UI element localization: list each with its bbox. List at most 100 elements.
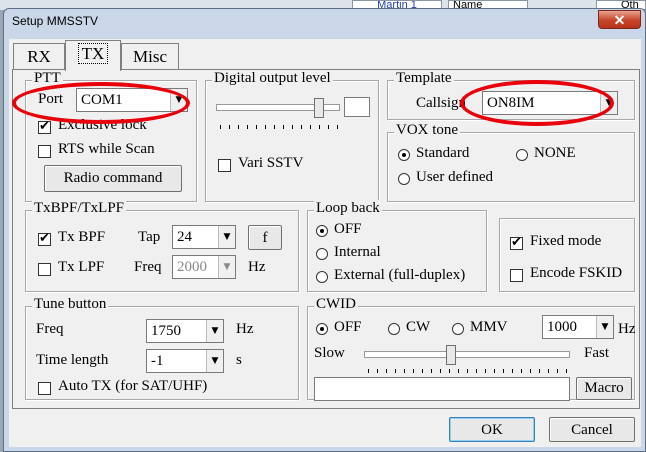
vox-tone-legend: VOX tone: [394, 122, 461, 139]
cwid-text-input[interactable]: [314, 377, 570, 401]
loop-back-group: Loop back OFF Internal External (full-du…: [307, 200, 487, 292]
cwid-speed-slider-thumb[interactable]: [445, 345, 456, 365]
cwid-speed-combo[interactable]: 1000 ▼: [542, 315, 614, 339]
tx-lpf-checkbox[interactable]: [38, 263, 51, 276]
tune-freq-combo[interactable]: 1750 ▼: [146, 319, 224, 343]
vox-standard-radio[interactable]: [398, 149, 410, 161]
chevron-down-icon[interactable]: ▼: [218, 256, 235, 278]
tab-rx-label: RX: [27, 47, 51, 66]
digital-output-slider-thumb[interactable]: [313, 98, 324, 118]
callsign-label: Callsign: [416, 95, 467, 111]
tx-bpf-checkbox[interactable]: ✔: [38, 232, 51, 246]
rts-while-scan-label: RTS while Scan: [58, 141, 155, 157]
chevron-down-icon[interactable]: ▼: [170, 89, 187, 111]
macro-button[interactable]: Macro: [576, 377, 632, 400]
fixed-mode-checkbox[interactable]: ✔: [510, 236, 523, 250]
tune-button-legend: Tune button: [32, 296, 109, 313]
vox-tone-group: VOX tone Standard NONE User defined: [387, 122, 635, 202]
cwid-cw-label: CW: [406, 319, 431, 335]
mode-group: ✔ Fixed mode Encode FSKID: [499, 218, 635, 292]
chevron-down-icon[interactable]: ▼: [596, 316, 613, 338]
vari-sstv-checkbox[interactable]: [218, 159, 231, 172]
chevron-down-icon[interactable]: ▼: [600, 92, 617, 114]
callsign-value: ON8IM: [487, 95, 535, 111]
window-title: Setup MMSSTV: [12, 14, 99, 28]
rts-while-scan-checkbox[interactable]: [38, 145, 51, 158]
loop-back-off-label: OFF: [334, 221, 362, 237]
port-combo[interactable]: COM1 ▼: [76, 88, 188, 112]
digital-output-value-box[interactable]: [344, 97, 370, 117]
close-icon: ✕: [613, 12, 626, 28]
vox-user-defined-radio[interactable]: [398, 173, 410, 185]
tab-tx[interactable]: TX: [65, 40, 121, 71]
callsign-combo[interactable]: ON8IM ▼: [482, 91, 618, 115]
vox-standard-label: Standard: [416, 145, 470, 161]
port-value: COM1: [81, 92, 123, 108]
txbpf-group: TxBPF/TxLPF ✔ Tx BPF Tap 24 ▼ f Tx LPF F…: [25, 200, 299, 292]
tx-bpf-label: Tx BPF: [58, 229, 106, 245]
titlebar[interactable]: Setup MMSSTV ✕: [4, 9, 645, 33]
tap-combo[interactable]: 24 ▼: [172, 225, 236, 249]
txbpf-legend: TxBPF/TxLPF: [32, 200, 127, 217]
tx-lpf-label: Tx LPF: [58, 259, 105, 275]
cwid-mmv-radio[interactable]: [452, 323, 464, 335]
time-length-value: -1: [151, 353, 164, 369]
vox-none-radio[interactable]: [516, 149, 528, 161]
chevron-down-icon[interactable]: ▼: [206, 320, 223, 342]
loop-back-external-label: External (full-duplex): [334, 267, 466, 283]
cwid-fast-label: Fast: [584, 345, 610, 361]
tab-rx[interactable]: RX: [13, 43, 65, 70]
digital-output-ticks: [220, 125, 342, 129]
cwid-group: CWID OFF CW MMV 1000 ▼ Hz Slow Fast Macr…: [307, 296, 636, 401]
time-length-unit: s: [236, 352, 242, 368]
vari-sstv-label: Vari SSTV: [238, 155, 304, 171]
loop-back-external-radio[interactable]: [316, 271, 328, 283]
ok-button[interactable]: OK: [449, 417, 535, 442]
exclusive-lock-label: Exclusive lock: [58, 117, 147, 133]
setup-window: Setup MMSSTV ✕ RX TX Misc PTT Port COM1 …: [3, 8, 646, 452]
tap-value: 24: [177, 229, 192, 245]
loop-back-internal-label: Internal: [334, 244, 381, 260]
digital-output-group: Digital output level Vari SSTV: [205, 70, 379, 202]
freq-combo[interactable]: 2000 ▼: [172, 255, 236, 279]
chevron-down-icon[interactable]: ▼: [206, 350, 223, 372]
digital-output-legend: Digital output level: [212, 70, 333, 87]
cwid-speed-value: 1000: [547, 319, 577, 335]
freq-label: Freq: [134, 259, 162, 275]
encode-fskid-label: Encode FSKID: [530, 265, 623, 281]
loop-back-internal-radio[interactable]: [316, 248, 328, 260]
cwid-slow-label: Slow: [314, 345, 345, 361]
tap-label: Tap: [138, 229, 161, 245]
chevron-down-icon[interactable]: ▼: [218, 226, 235, 248]
time-length-combo[interactable]: -1 ▼: [146, 349, 224, 373]
tab-panel-tx: PTT Port COM1 ▼ ✔ Exclusive lock RTS whi…: [12, 69, 640, 409]
radio-command-button[interactable]: Radio command: [44, 165, 182, 192]
tab-misc[interactable]: Misc: [121, 43, 179, 70]
encode-fskid-checkbox[interactable]: [510, 269, 523, 282]
tune-hz-label: Hz: [236, 321, 254, 337]
port-label: Port: [38, 91, 64, 107]
tab-tx-label: TX: [77, 43, 109, 64]
freq-value: 2000: [177, 259, 207, 275]
loop-back-legend: Loop back: [314, 200, 382, 217]
loop-back-off-radio[interactable]: [316, 225, 328, 237]
cwid-hz-label: Hz: [618, 321, 636, 337]
freq-hz-label: Hz: [248, 259, 266, 275]
cwid-cw-radio[interactable]: [388, 323, 400, 335]
cwid-off-label: OFF: [334, 319, 362, 335]
vox-user-defined-label: User defined: [416, 169, 494, 185]
cwid-speed-track[interactable]: [364, 351, 570, 358]
dialog-client: RX TX Misc PTT Port COM1 ▼ ✔ Exclusive l…: [9, 39, 641, 447]
auto-tx-checkbox[interactable]: [38, 382, 51, 395]
tune-button-group: Tune button Freq 1750 ▼ Hz Time length -…: [25, 296, 299, 400]
auto-tx-label: Auto TX (for SAT/UHF): [58, 378, 208, 394]
tune-freq-label: Freq: [36, 321, 64, 337]
ptt-group: PTT Port COM1 ▼ ✔ Exclusive lock RTS whi…: [25, 70, 197, 202]
cwid-speed-ticks: [368, 369, 568, 373]
cancel-button[interactable]: Cancel: [549, 417, 635, 442]
cwid-mmv-label: MMV: [470, 319, 508, 335]
exclusive-lock-checkbox[interactable]: ✔: [38, 120, 51, 134]
cwid-off-radio[interactable]: [316, 323, 328, 335]
close-button[interactable]: ✕: [598, 10, 641, 29]
f-button[interactable]: f: [248, 225, 282, 250]
